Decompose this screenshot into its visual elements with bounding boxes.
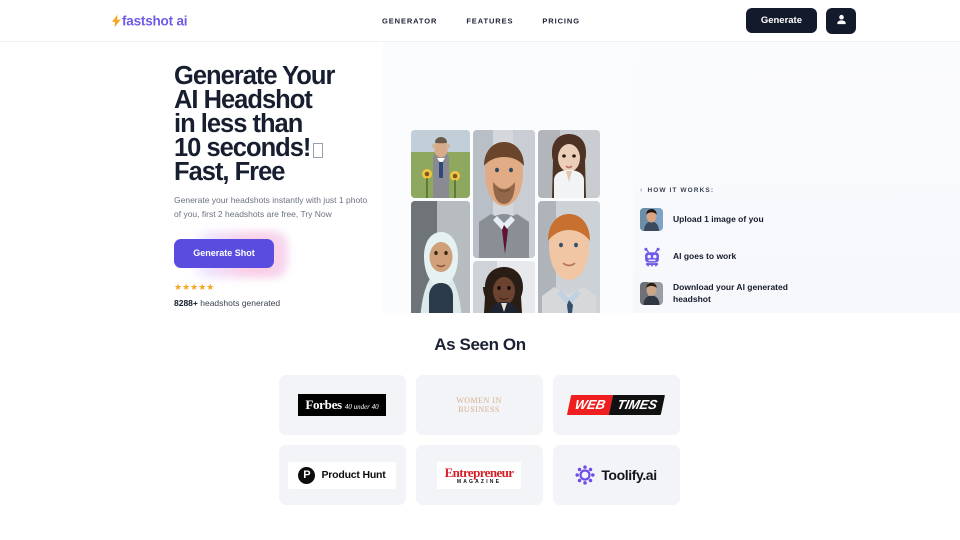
gallery-column-3 xyxy=(538,130,600,313)
rating-stars: ★★★★★ xyxy=(174,282,215,292)
web-times-logo-card[interactable]: WEB TIMES xyxy=(552,375,680,435)
nav-link-generator[interactable]: GENERATOR xyxy=(382,16,437,25)
page-title: Generate Your AI Headshot in less than 1… xyxy=(174,63,379,186)
robot-icon xyxy=(640,245,663,268)
how-it-works-label: ‹ HOW IT WORKS: xyxy=(640,187,820,194)
lightning-bolt-icon xyxy=(112,14,121,27)
toolify-logo: Toolify.ai xyxy=(575,465,657,485)
product-hunt-icon: P xyxy=(298,466,316,484)
hero-copy: Generate Your AI Headshot in less than 1… xyxy=(166,63,379,308)
product-hunt-logo: P Product Hunt xyxy=(288,461,396,489)
hero-cta-wrapper: Generate Shot xyxy=(166,231,288,278)
nav-link-features[interactable]: FEATURES xyxy=(466,16,513,25)
product-hunt-logo-card[interactable]: P Product Hunt xyxy=(278,445,406,505)
entrepreneur-wordmark: Entrepreneur xyxy=(444,464,514,480)
forbes-subtitle: 40 under 40 xyxy=(344,403,379,411)
women-in-business-logo: WOMEN IN BUSINESS xyxy=(456,396,502,415)
toolify-wordmark: Toolify.ai xyxy=(601,467,657,483)
press-logo-grid: Forbes 40 under 40 WOMEN IN BUSINESS WEB… xyxy=(278,375,682,505)
headshots-generated-count: 8288+ headshots generated xyxy=(174,298,379,308)
how-it-works-step-1-text: Upload 1 image of you xyxy=(673,213,764,224)
headshot-woman-braids[interactable] xyxy=(473,261,535,313)
generate-button[interactable]: Generate xyxy=(745,7,817,34)
forbes-wordmark: Forbes xyxy=(305,397,342,412)
how-it-works-step-1: Upload 1 image of you xyxy=(640,208,820,231)
forbes-logo-card[interactable]: Forbes 40 under 40 xyxy=(278,375,406,435)
hero-subtitle: Generate your headshots instantly with j… xyxy=(174,195,368,219)
headshot-man-suit-burgundy-tie[interactable] xyxy=(473,130,535,258)
missing-emoji-glyph xyxy=(313,143,324,158)
generate-shot-button[interactable]: Generate Shot xyxy=(174,239,274,268)
women-in-business-logo-card[interactable]: WOMEN IN BUSINESS xyxy=(415,375,543,435)
photo-upload-thumbnail xyxy=(640,208,663,231)
forbes-logo: Forbes 40 under 40 xyxy=(298,394,386,416)
chevron-right-icon: ‹ xyxy=(640,187,644,194)
headshot-gallery xyxy=(411,130,603,313)
headshots-count-label: headshots generated xyxy=(197,298,281,308)
how-it-works: ‹ HOW IT WORKS: Upload 1 image of you AI… xyxy=(640,187,820,305)
entrepreneur-logo-card[interactable]: Entrepreneur MAGAZINE xyxy=(415,445,543,505)
hero-title-line-5: Fast, Free xyxy=(174,158,285,186)
how-it-works-step-3-text: Download your AI generated headshot xyxy=(673,282,788,304)
wib-line-1: WOMEN IN xyxy=(456,395,502,405)
site-logo[interactable]: fastshot ai xyxy=(112,13,188,28)
top-navigation-bar: fastshot ai GENERATOR FEATURES PRICING G… xyxy=(0,0,960,42)
user-avatar-icon xyxy=(836,13,847,28)
how-it-works-step-2: AI goes to work xyxy=(640,245,820,268)
nav-link-pricing[interactable]: PRICING xyxy=(542,16,580,25)
how-it-works-label-text: HOW IT WORKS: xyxy=(647,187,715,194)
headshots-count-value: 8288+ xyxy=(174,298,198,308)
how-it-works-step-2-text: AI goes to work xyxy=(673,250,737,261)
entrepreneur-logo: Entrepreneur MAGAZINE xyxy=(436,461,522,489)
headshot-woman-hijab[interactable] xyxy=(411,201,470,313)
as-seen-on-title: As Seen On xyxy=(434,335,526,354)
nav-actions: Generate xyxy=(745,7,856,34)
web-times-logo: WEB TIMES xyxy=(566,395,666,415)
webtimes-web: WEB xyxy=(566,395,614,415)
account-button[interactable] xyxy=(826,7,856,34)
hero-section: Generate Your AI Headshot in less than 1… xyxy=(0,42,960,313)
how-it-works-step-3: Download your AI generated headshot xyxy=(640,282,820,305)
webtimes-times: TIMES xyxy=(609,395,666,415)
site-logo-text: fastshot ai xyxy=(122,13,188,28)
primary-nav: GENERATOR FEATURES PRICING xyxy=(382,16,580,25)
toolify-sunburst-icon xyxy=(575,465,595,485)
toolify-logo-card[interactable]: Toolify.ai xyxy=(552,445,680,505)
headshot-woman-asian-white-coat[interactable] xyxy=(538,130,600,198)
gallery-column-2 xyxy=(473,130,535,313)
wib-line-2: BUSINESS xyxy=(458,405,500,414)
gallery-column-1 xyxy=(411,130,470,313)
headshot-man-sunflower-field[interactable] xyxy=(411,130,470,198)
product-hunt-wordmark: Product Hunt xyxy=(321,469,386,481)
headshot-man-ginger-blue-tie[interactable] xyxy=(538,201,600,313)
generated-headshot-thumbnail xyxy=(640,282,663,305)
as-seen-on-section: As Seen On Forbes 40 under 40 WOMEN IN B… xyxy=(0,313,960,505)
